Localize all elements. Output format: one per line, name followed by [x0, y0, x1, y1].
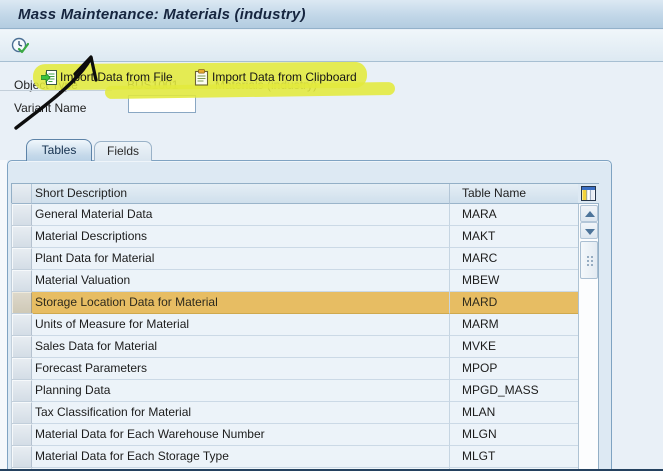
panel-right-background: [612, 160, 663, 471]
table-row[interactable]: Planning Data MPGD_MASS: [11, 379, 578, 403]
row-select-button[interactable]: [11, 203, 33, 227]
table-row[interactable]: Plant Data for Material MARC: [11, 247, 578, 271]
import-file-label: Import Data from File: [60, 70, 173, 84]
table-row[interactable]: Material Descriptions MAKT: [11, 225, 578, 249]
row-table-name: MAKT: [450, 226, 578, 248]
import-data-from-clipboard-button[interactable]: Import Data from Clipboard: [193, 67, 357, 87]
arrow-up-icon: [585, 211, 595, 217]
table-row[interactable]: General Material Data MARA: [11, 203, 578, 227]
row-table-name: MLGN: [450, 424, 578, 446]
row-short-description: Tax Classification for Material: [32, 402, 450, 424]
table-row[interactable]: Forecast Parameters MPOP: [11, 357, 578, 381]
row-short-description: Plant Data for Material: [32, 248, 450, 270]
row-table-name: MARM: [450, 314, 578, 336]
import-clipboard-icon: [194, 68, 209, 86]
scroll-down-button[interactable]: [580, 222, 598, 239]
row-table-name: MARA: [450, 204, 578, 226]
table-name-header[interactable]: Table Name: [450, 184, 578, 204]
clock-check-icon[interactable]: [11, 37, 29, 55]
row-select-button[interactable]: [11, 247, 33, 271]
arrow-down-icon: [585, 229, 595, 235]
short-description-header[interactable]: Short Description: [32, 184, 450, 204]
sap-window: Mass Maintenance: Materials (industry) I…: [0, 0, 663, 471]
row-short-description: Sales Data for Material: [32, 336, 450, 358]
row-select-button[interactable]: [11, 291, 33, 315]
row-short-description: Planning Data: [32, 380, 450, 402]
table-row[interactable]: Material Valuation MBEW: [11, 269, 578, 293]
table-row[interactable]: Material Data for Each Warehouse Number M…: [11, 423, 578, 447]
select-all-header-cell[interactable]: [12, 184, 32, 204]
row-table-name: MLGT: [450, 446, 578, 468]
row-select-button[interactable]: [11, 269, 33, 293]
row-select-button[interactable]: [11, 445, 33, 469]
scrollbar-thumb[interactable]: [580, 241, 598, 279]
row-table-name: MVKE: [450, 336, 578, 358]
row-table-name: MLAN: [450, 402, 578, 424]
scroll-up-button[interactable]: [580, 205, 598, 222]
row-short-description: Units of Measure for Material: [32, 314, 450, 336]
import-data-from-file-button[interactable]: Import Data from File: [41, 67, 173, 87]
row-table-name: MPOP: [450, 358, 578, 380]
row-short-description: Material Valuation: [32, 270, 450, 292]
row-select-button[interactable]: [11, 401, 33, 425]
row-table-name: MARC: [450, 248, 578, 270]
row-short-description: Material Data for Each Storage Type: [32, 446, 450, 468]
import-file-icon: [41, 69, 57, 85]
row-select-button[interactable]: [11, 357, 33, 381]
table-row[interactable]: Tax Classification for Material MLAN: [11, 401, 578, 425]
table-row[interactable]: Sales Data for Material MVKE: [11, 335, 578, 359]
table-settings-icon[interactable]: [581, 186, 596, 201]
row-select-button[interactable]: [11, 423, 33, 447]
row-short-description: Storage Location Data for Material: [32, 292, 450, 314]
table-row[interactable]: Units of Measure for Material MARM: [11, 313, 578, 337]
row-select-button[interactable]: [11, 335, 33, 359]
tab-tables[interactable]: Tables: [26, 139, 92, 161]
table-header-row: Short Description Table Name: [12, 184, 578, 204]
row-short-description: Material Descriptions: [32, 226, 450, 248]
row-table-name: MPGD_MASS: [450, 380, 578, 402]
row-select-button[interactable]: [11, 379, 33, 403]
tab-fields-label: Fields: [106, 144, 139, 158]
thumb-grip-dots: [586, 255, 594, 267]
tab-tables-label: Tables: [41, 143, 77, 157]
vertical-scrollbar[interactable]: [578, 204, 599, 471]
table-row[interactable]: Material Data for Each Storage Type MLGT: [11, 445, 578, 469]
row-table-name: MBEW: [450, 270, 578, 292]
row-table-name: MARD: [450, 292, 578, 314]
row-short-description: Forecast Parameters: [32, 358, 450, 380]
row-short-description: General Material Data: [32, 204, 450, 226]
row-select-button[interactable]: [11, 225, 33, 249]
tab-fields[interactable]: Fields: [94, 141, 152, 161]
row-select-button[interactable]: [11, 313, 33, 337]
import-clipboard-label: Import Data from Clipboard: [212, 70, 357, 84]
panel-left-margin: [0, 160, 7, 471]
table-row[interactable]: Storage Location Data for Material MARD: [11, 291, 578, 315]
row-short-description: Material Data for Each Warehouse Number: [32, 424, 450, 446]
